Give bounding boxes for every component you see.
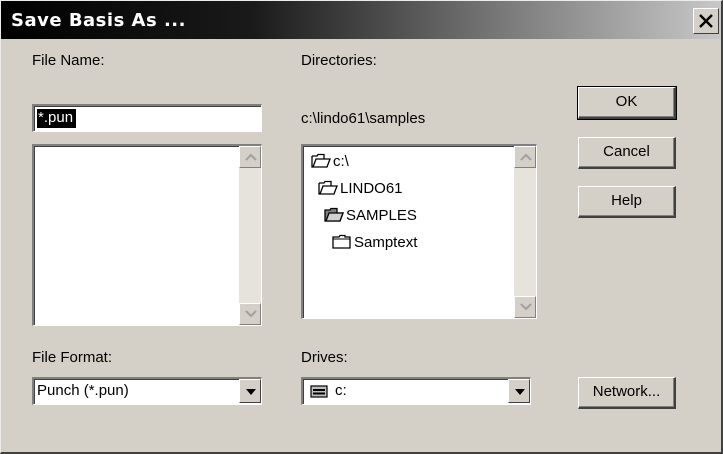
network-button[interactable]: Network... — [578, 377, 676, 409]
directory-item-label: c:\ — [333, 153, 349, 170]
file-list-scrollbar[interactable] — [239, 146, 261, 325]
title-bar[interactable]: Save Basis As ... — [1, 1, 721, 39]
directory-item-samptext[interactable]: Samptext — [332, 232, 512, 254]
folder-open-icon — [311, 153, 331, 168]
file-name-input[interactable]: *.pun — [32, 104, 262, 132]
chevron-down-icon — [246, 389, 256, 395]
cancel-button[interactable]: Cancel — [578, 137, 676, 169]
drives-value: c: — [335, 382, 347, 399]
save-basis-dialog: Save Basis As ... File Name: *.pun Direc… — [0, 0, 723, 454]
file-list-scroll-down-button[interactable] — [239, 303, 261, 325]
directory-tree[interactable]: c:\ LINDO61 SAMPLES Samptext — [301, 144, 537, 319]
help-button[interactable]: Help — [578, 186, 676, 218]
file-format-select[interactable]: Punch (*.pun) — [32, 377, 262, 405]
arrow-down-icon — [520, 303, 532, 311]
folder-closed-icon — [332, 234, 351, 249]
drives-label: Drives: — [301, 349, 348, 366]
directory-scroll-down-button[interactable] — [514, 296, 536, 318]
directory-item-root[interactable]: c:\ — [311, 151, 491, 173]
directory-item-samples[interactable]: SAMPLES — [324, 205, 504, 227]
directory-scroll-up-button[interactable] — [514, 146, 536, 168]
close-icon — [699, 14, 713, 28]
arrow-up-icon — [245, 153, 257, 161]
ok-button[interactable]: OK — [577, 86, 677, 120]
file-name-value: *.pun — [37, 109, 77, 128]
arrow-up-icon — [520, 153, 532, 161]
current-directory-path: c:\lindo61\samples — [301, 110, 426, 127]
folder-open-icon — [318, 180, 338, 195]
dialog-title: Save Basis As ... — [11, 10, 186, 31]
directory-item-label: SAMPLES — [346, 207, 417, 224]
drive-icon — [310, 385, 328, 398]
file-name-label: File Name: — [32, 52, 105, 69]
directory-item-label: Samptext — [354, 234, 418, 251]
arrow-down-icon — [245, 310, 257, 318]
directory-item-label: LINDO61 — [340, 180, 403, 197]
file-list[interactable] — [32, 144, 262, 326]
drives-dropdown-button[interactable] — [508, 379, 530, 403]
directory-item-lindo61[interactable]: LINDO61 — [318, 178, 498, 200]
directory-tree-scrollbar[interactable] — [514, 146, 536, 318]
directories-label: Directories: — [301, 52, 377, 69]
chevron-down-icon — [515, 389, 525, 395]
folder-open-selected-icon — [324, 207, 344, 222]
file-list-scroll-up-button[interactable] — [239, 146, 261, 168]
drives-select[interactable]: c: — [301, 377, 531, 405]
file-format-dropdown-button[interactable] — [239, 379, 261, 403]
file-format-label: File Format: — [32, 349, 113, 366]
close-button[interactable] — [693, 8, 719, 34]
file-format-value: Punch (*.pun) — [37, 382, 129, 399]
